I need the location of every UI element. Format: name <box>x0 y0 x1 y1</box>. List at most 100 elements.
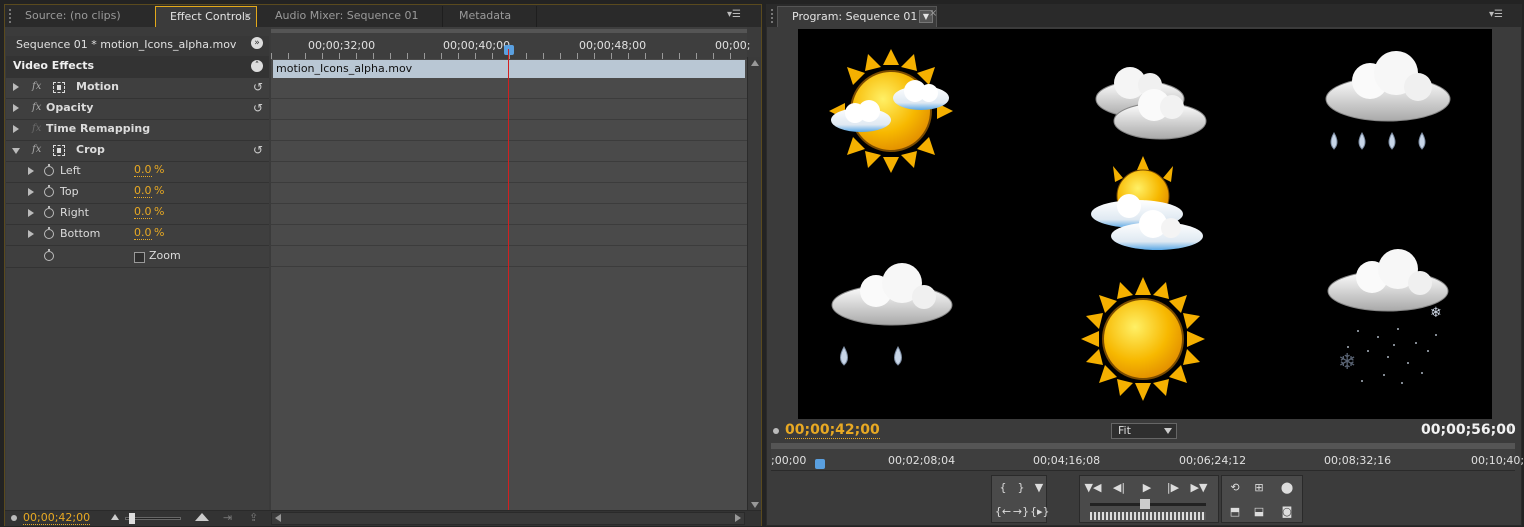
step-to-next-edit-icon[interactable]: ▶▼ <box>1190 480 1208 496</box>
play-audio-icon[interactable]: ⇥ <box>223 511 232 524</box>
fx-icon[interactable]: fx <box>32 81 41 92</box>
grip-icon[interactable] <box>771 9 775 23</box>
time-ruler[interactable]: 00;00;32;00 00;00;40;00 00;00;48;00 00;0… <box>271 27 750 59</box>
playhead-marker-icon[interactable] <box>815 459 825 469</box>
close-icon[interactable]: × <box>244 7 252 27</box>
tab-audio-mixer-label: Audio Mixer: Sequence 01 <box>275 9 419 22</box>
timeline-row <box>271 225 747 246</box>
program-video-frame[interactable]: ❄ ❄ <box>798 29 1492 419</box>
zoom-checkbox[interactable] <box>134 252 145 263</box>
footer-timecode[interactable]: 00;00;42;00 <box>23 512 91 525</box>
zoom-in-icon[interactable] <box>195 513 209 521</box>
reset-icon[interactable]: ↺ <box>253 101 263 115</box>
expand-triangle-icon[interactable] <box>13 83 19 91</box>
effect-row-opacity[interactable]: fx Opacity ↺ <box>6 99 269 120</box>
close-icon[interactable]: × <box>929 8 937 19</box>
stopwatch-icon[interactable] <box>44 185 54 197</box>
horizontal-scrollbar[interactable] <box>271 512 745 525</box>
expand-triangle-icon[interactable] <box>28 167 34 175</box>
param-name: Bottom <box>60 227 101 240</box>
reset-icon[interactable]: ↺ <box>253 80 263 94</box>
loop-icon[interactable]: ⇪ <box>249 511 258 524</box>
effect-timeline: 00;00;32;00 00;00;40;00 00;00;48;00 00;0… <box>271 27 750 511</box>
go-to-out-icon[interactable]: →} <box>1012 504 1030 520</box>
zoom-slider-thumb[interactable] <box>129 513 135 524</box>
shuttle-thumb[interactable] <box>1140 499 1150 509</box>
param-value-bottom[interactable]: 0.0 <box>134 227 152 240</box>
show-hide-timeline-icon[interactable]: » <box>251 37 263 49</box>
scroll-left-icon[interactable] <box>275 514 281 522</box>
step-to-previous-edit-icon[interactable]: ▼◀ <box>1084 480 1102 496</box>
zoom-out-icon[interactable] <box>111 514 119 520</box>
tab-source[interactable]: Source: (no clips) <box>11 6 157 27</box>
tab-effect-controls-label: Effect Controls <box>170 10 251 23</box>
expand-triangle-icon[interactable] <box>28 209 34 217</box>
param-row-right: Right 0.0 % <box>6 204 269 225</box>
step-forward-icon[interactable]: |▶ <box>1164 480 1182 496</box>
fx-icon[interactable]: fx <box>32 144 41 155</box>
output-icon[interactable]: ⬤ <box>1278 480 1296 496</box>
play-in-to-out-icon[interactable]: {▸} <box>1030 504 1050 520</box>
extract-icon[interactable]: ⬓ <box>1250 504 1268 520</box>
current-timecode[interactable]: 00;00;42;00 <box>785 422 880 439</box>
scroll-up-icon[interactable] <box>751 60 759 66</box>
timeline-row <box>271 183 747 204</box>
motion-transform-icon[interactable] <box>53 82 65 93</box>
effect-name-motion: Motion <box>76 80 119 93</box>
effect-row-time-remapping[interactable]: fx Time Remapping <box>6 120 269 141</box>
timeline-row <box>271 99 747 120</box>
settings-icon[interactable]: ⁞ <box>1509 425 1512 435</box>
reset-icon[interactable]: ↺ <box>253 143 263 157</box>
jog-wheel[interactable] <box>1090 512 1206 520</box>
duration-timecode: 00;00;56;00 <box>1421 422 1516 438</box>
param-value-top[interactable]: 0.0 <box>134 185 152 198</box>
dropdown-arrow-icon[interactable] <box>1164 428 1172 434</box>
stopwatch-icon[interactable] <box>44 249 54 261</box>
param-row-left: Left 0.0 % <box>6 162 269 183</box>
lift-icon[interactable]: ⬒ <box>1226 504 1244 520</box>
scroll-right-icon[interactable] <box>735 514 741 522</box>
export-frame-icon[interactable]: ◙ <box>1278 504 1296 520</box>
mark-in-icon[interactable]: { <box>994 480 1012 496</box>
tab-program[interactable]: Program: Sequence 01 ▼ <box>777 6 937 27</box>
stopwatch-icon[interactable] <box>44 164 54 176</box>
vertical-scrollbar[interactable] <box>747 57 761 511</box>
panel-menu-icon[interactable]: ▾☰ <box>727 9 745 21</box>
showers-icon <box>831 263 953 366</box>
scroll-down-icon[interactable] <box>751 502 759 508</box>
fx-icon[interactable]: fx <box>32 102 41 113</box>
go-to-in-icon[interactable]: {← <box>994 504 1012 520</box>
param-value-left[interactable]: 0.0 <box>134 164 152 177</box>
snow-icon: ❄ ❄ <box>1327 249 1449 384</box>
effect-row-motion[interactable]: fx Motion ↺ <box>6 78 269 99</box>
tab-effect-controls[interactable]: Effect Controls × <box>155 6 257 27</box>
stopwatch-icon[interactable] <box>44 206 54 218</box>
monitor-time-ruler[interactable]: ;00;00 00;02;08;04 00;04;16;08 00;06;24;… <box>771 449 1524 471</box>
loop-icon[interactable]: ⟲ <box>1226 480 1244 496</box>
tab-audio-mixer[interactable]: Audio Mixer: Sequence 01 <box>261 6 443 27</box>
step-back-icon[interactable]: ◀| <box>1110 480 1128 496</box>
param-value-right[interactable]: 0.0 <box>134 206 152 219</box>
expand-triangle-icon[interactable] <box>28 230 34 238</box>
clip-bar[interactable]: motion_Icons_alpha.mov <box>273 60 745 78</box>
expand-triangle-icon[interactable] <box>28 188 34 196</box>
zoom-level-select[interactable]: Fit <box>1111 423 1177 439</box>
panel-menu-icon[interactable]: ▾☰ <box>1489 9 1507 21</box>
crop-transform-icon[interactable] <box>53 145 65 156</box>
expand-triangle-icon[interactable] <box>13 125 19 133</box>
playhead-marker-icon[interactable] <box>504 45 514 55</box>
add-marker-icon[interactable]: ▼ <box>1030 480 1048 496</box>
safe-margins-icon[interactable]: ⊞ <box>1250 480 1268 496</box>
stopwatch-icon[interactable] <box>44 227 54 239</box>
video-effects-label: Video Effects <box>13 59 95 72</box>
collapse-triangle-icon[interactable] <box>12 148 20 154</box>
effect-row-crop[interactable]: fx Crop ↺ <box>6 141 269 162</box>
left-tab-bar: Source: (no clips) Effect Controls × Audi… <box>5 5 761 27</box>
collapse-icon[interactable]: ˄ <box>251 60 263 72</box>
work-area-bar[interactable] <box>271 29 747 33</box>
mark-out-icon[interactable]: } <box>1012 480 1030 496</box>
play-icon[interactable]: ▶ <box>1138 480 1156 496</box>
tab-metadata[interactable]: Metadata <box>445 6 537 27</box>
current-time-indicator[interactable] <box>508 49 509 511</box>
expand-triangle-icon[interactable] <box>13 104 19 112</box>
